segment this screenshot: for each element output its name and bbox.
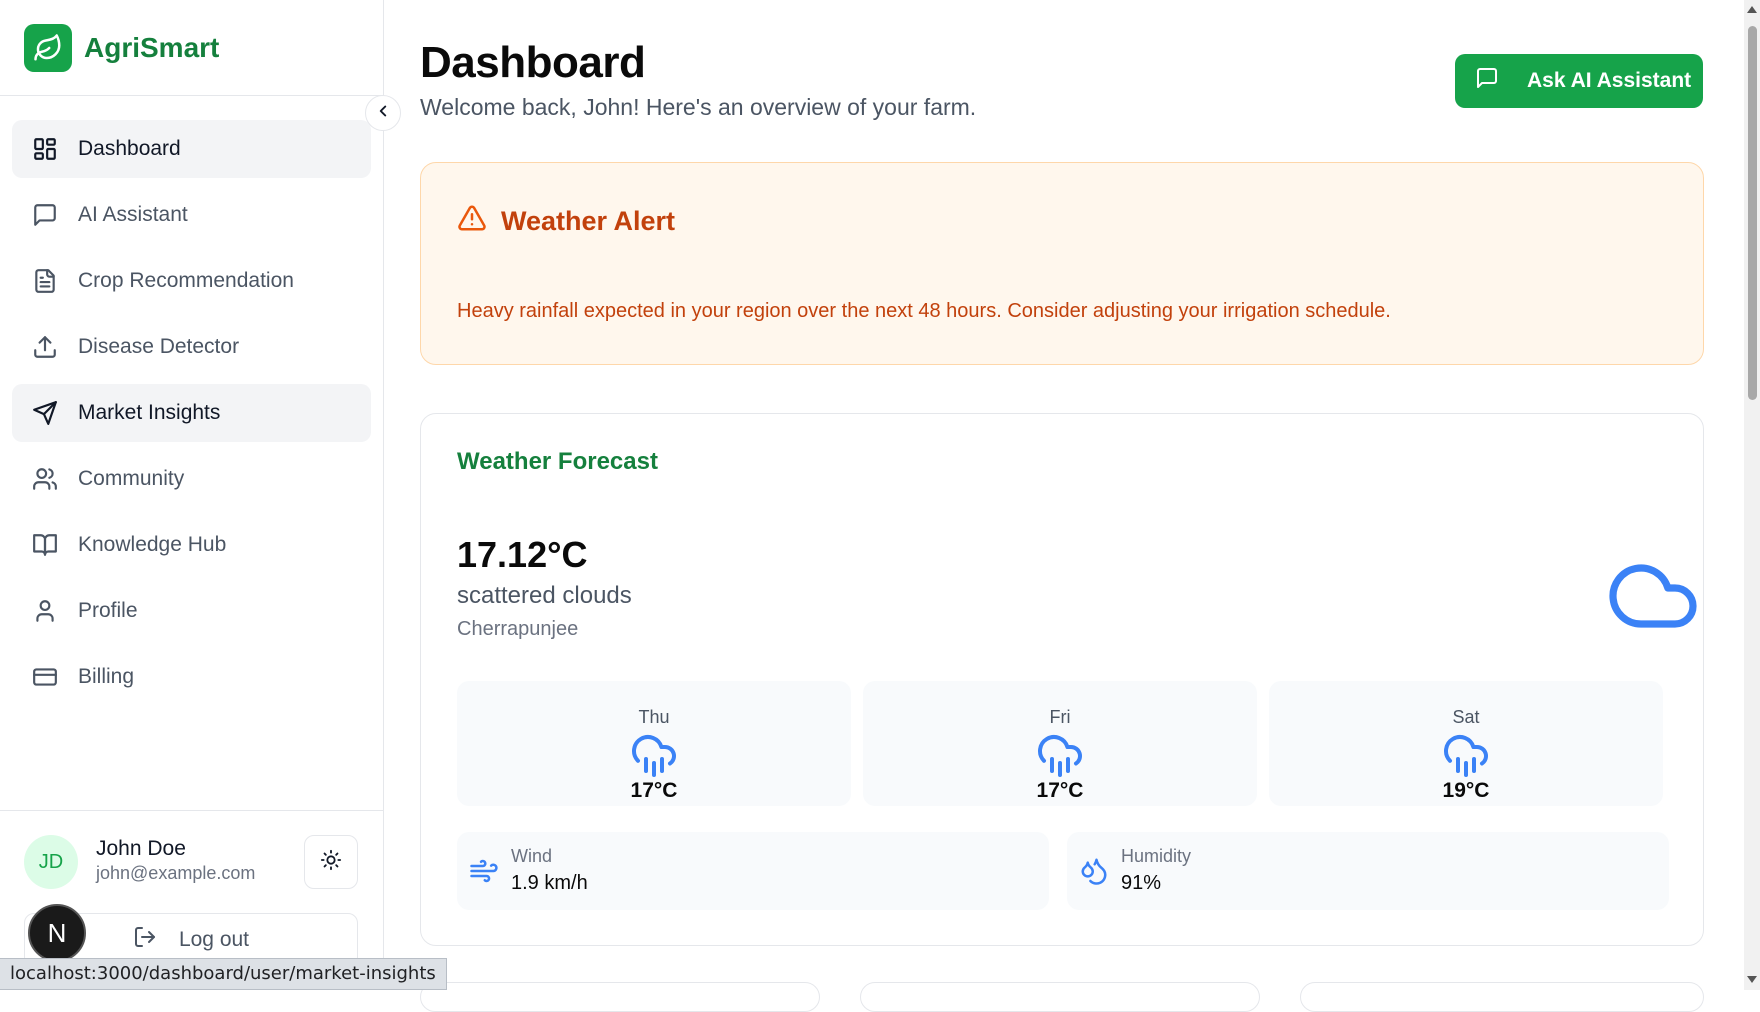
sidebar-item-dashboard[interactable]: Dashboard bbox=[12, 120, 371, 178]
cloud-rain-icon bbox=[1442, 731, 1490, 784]
weather-forecast-card: Weather Forecast 17.12°C scattered cloud… bbox=[420, 413, 1704, 946]
message-square-icon bbox=[1475, 66, 1527, 96]
sidebar-item-label: Disease Detector bbox=[78, 335, 240, 358]
file-text-icon bbox=[30, 266, 60, 296]
sidebar: AgriSmart Dashboard AI Assistant Crop Re… bbox=[0, 0, 384, 990]
ask-ai-assistant-button[interactable]: Ask AI Assistant bbox=[1455, 54, 1703, 108]
page-subtitle: Welcome back, John! Here's an overview o… bbox=[420, 94, 977, 120]
sidebar-item-community[interactable]: Community bbox=[12, 450, 371, 508]
weather-alert: Weather Alert Heavy rainfall expected in… bbox=[420, 162, 1704, 365]
day-temperature: 17°C bbox=[1036, 779, 1084, 802]
forecast-day: Fri 17°C bbox=[863, 681, 1257, 806]
sidebar-item-profile[interactable]: Profile bbox=[12, 582, 371, 640]
page-scrollbar[interactable] bbox=[1744, 0, 1760, 990]
ask-ai-assistant-label: Ask AI Assistant bbox=[1527, 69, 1692, 92]
scroll-up-arrow-icon[interactable] bbox=[1747, 6, 1757, 13]
log-out-icon bbox=[133, 925, 179, 955]
logout-label: Log out bbox=[178, 928, 250, 951]
main-content: Dashboard Welcome back, John! Here's an … bbox=[384, 0, 1744, 1012]
message-square-icon bbox=[30, 200, 60, 230]
users-icon bbox=[30, 464, 60, 494]
day-name: Thu bbox=[638, 707, 670, 727]
theme-toggle-button[interactable] bbox=[304, 835, 358, 889]
brand[interactable]: AgriSmart bbox=[0, 0, 383, 96]
book-open-icon bbox=[30, 530, 60, 560]
humidity-label: Humidity bbox=[1121, 846, 1192, 866]
user-email: john@example.com bbox=[96, 863, 256, 883]
sidebar-item-crop-recommendation[interactable]: Crop Recommendation bbox=[12, 252, 371, 310]
forecast-day: Thu 17°C bbox=[457, 681, 851, 806]
humidity-value: 91% bbox=[1121, 872, 1162, 894]
scroll-down-arrow-icon[interactable] bbox=[1747, 976, 1757, 983]
sidebar-item-label: Dashboard bbox=[78, 137, 181, 160]
humidity-stat: Humidity 91% bbox=[1067, 832, 1669, 910]
cloud-rain-icon bbox=[630, 731, 678, 784]
stats-card bbox=[860, 982, 1260, 1012]
send-icon bbox=[30, 398, 60, 428]
upload-icon bbox=[30, 332, 60, 362]
nextjs-dev-badge[interactable]: N bbox=[28, 904, 86, 962]
collapse-sidebar-button[interactable] bbox=[365, 95, 401, 131]
alert-title: Weather Alert bbox=[501, 206, 676, 236]
sidebar-item-knowledge-hub[interactable]: Knowledge Hub bbox=[12, 516, 371, 574]
sidebar-item-disease-detector[interactable]: Disease Detector bbox=[12, 318, 371, 376]
sidebar-item-label: Billing bbox=[78, 665, 135, 688]
scrollbar-thumb[interactable] bbox=[1748, 26, 1757, 400]
sidebar-item-label: Market Insights bbox=[78, 401, 221, 424]
sidebar-nav: Dashboard AI Assistant Crop Recommendati… bbox=[0, 96, 383, 706]
page-title: Dashboard bbox=[420, 38, 646, 87]
day-name: Fri bbox=[1049, 707, 1071, 727]
droplets-icon bbox=[1079, 856, 1109, 891]
day-temperature: 19°C bbox=[1442, 779, 1490, 802]
day-temperature: 17°C bbox=[630, 779, 678, 802]
user-icon bbox=[30, 596, 60, 626]
chevron-left-icon bbox=[374, 102, 392, 125]
avatar[interactable]: JD bbox=[24, 835, 78, 889]
sidebar-item-label: Knowledge Hub bbox=[78, 533, 227, 556]
alert-title-row: Weather Alert bbox=[457, 203, 675, 240]
alert-triangle-icon bbox=[457, 203, 501, 240]
wind-label: Wind bbox=[511, 846, 553, 866]
weather-location: Cherrapunjee bbox=[457, 618, 579, 640]
layout-grid-icon bbox=[30, 134, 60, 164]
cloud-icon bbox=[1605, 548, 1701, 649]
sidebar-item-label: Community bbox=[78, 467, 185, 490]
stats-card bbox=[1300, 982, 1704, 1012]
user-name: John Doe bbox=[96, 837, 186, 860]
cloud-rain-icon bbox=[1036, 731, 1084, 784]
wind-icon bbox=[469, 856, 499, 891]
alert-message: Heavy rainfall expected in your region o… bbox=[457, 300, 1391, 322]
day-name: Sat bbox=[1452, 707, 1480, 727]
sidebar-item-market-insights[interactable]: Market Insights bbox=[12, 384, 371, 442]
sidebar-item-label: AI Assistant bbox=[78, 203, 188, 226]
sun-icon bbox=[320, 849, 342, 876]
sidebar-item-label: Profile bbox=[78, 599, 138, 622]
current-temperature: 17.12°C bbox=[457, 534, 588, 575]
sidebar-item-ai-assistant[interactable]: AI Assistant bbox=[12, 186, 371, 244]
wind-value: 1.9 km/h bbox=[511, 872, 588, 894]
sidebar-item-billing[interactable]: Billing bbox=[12, 648, 371, 706]
forecast-title: Weather Forecast bbox=[457, 448, 658, 475]
leaf-icon bbox=[24, 23, 72, 72]
browser-status-url: localhost:3000/dashboard/user/market-ins… bbox=[0, 958, 447, 990]
sidebar-item-label: Crop Recommendation bbox=[78, 269, 294, 292]
wind-stat: Wind 1.9 km/h bbox=[457, 832, 1049, 910]
stats-card bbox=[420, 982, 820, 1012]
forecast-day: Sat 19°C bbox=[1269, 681, 1663, 806]
weather-description: scattered clouds bbox=[457, 582, 632, 609]
credit-card-icon bbox=[30, 662, 60, 692]
brand-name: AgriSmart bbox=[84, 31, 220, 63]
